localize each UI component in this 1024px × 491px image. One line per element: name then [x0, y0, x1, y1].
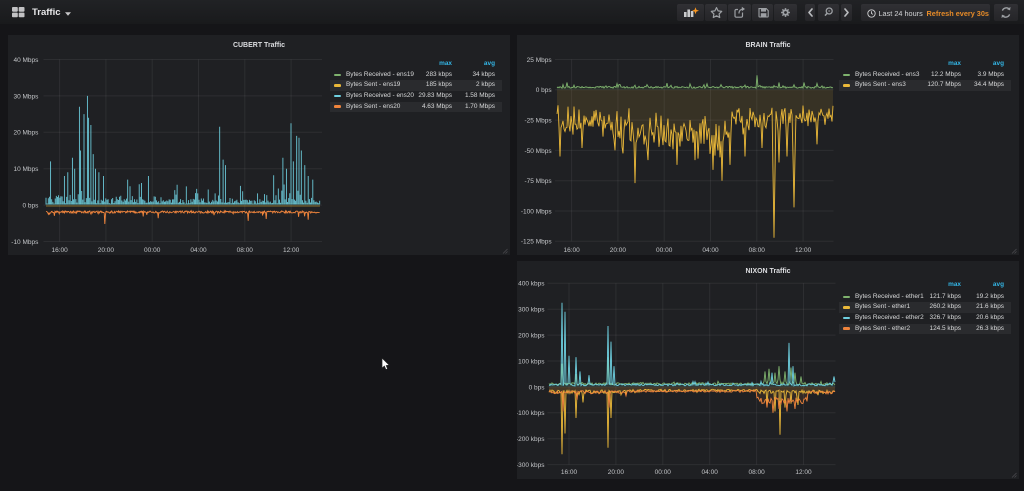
svg-text:30 Mbps: 30 Mbps — [13, 93, 39, 100]
svg-text:04:00: 04:00 — [702, 247, 719, 254]
svg-text:25 Mbps: 25 Mbps — [527, 57, 553, 64]
svg-text:08:00: 08:00 — [749, 247, 766, 254]
svg-text:20:00: 20:00 — [610, 247, 627, 254]
svg-text:16:00: 16:00 — [51, 247, 68, 254]
svg-text:00:00: 00:00 — [655, 469, 672, 476]
svg-text:-100 Mbps: -100 Mbps — [521, 208, 552, 215]
svg-text:-75 Mbps: -75 Mbps — [524, 178, 552, 185]
svg-text:00:00: 00:00 — [656, 247, 673, 254]
svg-text:0 bps: 0 bps — [529, 384, 546, 391]
svg-text:16:00: 16:00 — [561, 469, 578, 476]
svg-text:20:00: 20:00 — [98, 247, 115, 254]
svg-text:-200 kbps: -200 kbps — [517, 436, 545, 443]
svg-text:-10 Mbps: -10 Mbps — [11, 239, 39, 246]
svg-text:100 kbps: 100 kbps — [518, 358, 545, 365]
svg-text:04:00: 04:00 — [702, 469, 719, 476]
svg-text:-25 Mbps: -25 Mbps — [524, 118, 552, 125]
svg-text:12:00: 12:00 — [795, 469, 812, 476]
svg-text:08:00: 08:00 — [237, 247, 254, 254]
svg-text:00:00: 00:00 — [144, 247, 161, 254]
svg-text:0 bps: 0 bps — [536, 87, 553, 94]
svg-text:04:00: 04:00 — [190, 247, 207, 254]
svg-text:12:00: 12:00 — [795, 247, 812, 254]
svg-text:300 kbps: 300 kbps — [518, 306, 545, 313]
svg-text:0 bps: 0 bps — [22, 203, 39, 210]
svg-text:08:00: 08:00 — [748, 469, 765, 476]
svg-text:-125 Mbps: -125 Mbps — [521, 239, 552, 246]
svg-text:20:00: 20:00 — [608, 469, 625, 476]
svg-text:-100 kbps: -100 kbps — [517, 410, 545, 417]
svg-text:16:00: 16:00 — [563, 247, 580, 254]
svg-text:400 kbps: 400 kbps — [518, 280, 545, 287]
svg-text:-50 Mbps: -50 Mbps — [524, 148, 552, 155]
svg-text:12:00: 12:00 — [283, 247, 300, 254]
svg-text:40 Mbps: 40 Mbps — [13, 57, 39, 64]
svg-text:200 kbps: 200 kbps — [518, 332, 545, 339]
svg-text:20 Mbps: 20 Mbps — [13, 130, 39, 137]
svg-text:-300 kbps: -300 kbps — [517, 462, 545, 469]
svg-text:10 Mbps: 10 Mbps — [13, 166, 39, 173]
